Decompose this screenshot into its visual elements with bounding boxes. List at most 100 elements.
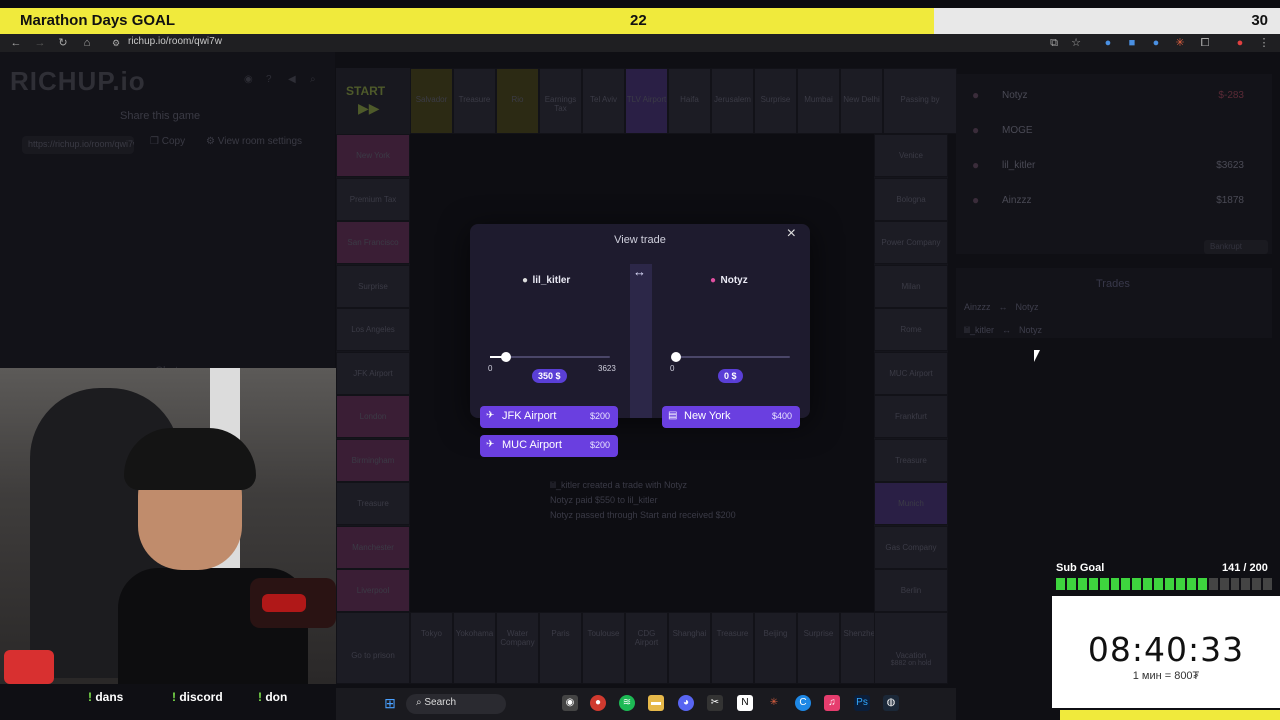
left-money-slider[interactable] [490, 352, 610, 362]
board-tile[interactable]: Birmingham [336, 438, 410, 482]
help-icon[interactable]: ? [266, 74, 272, 85]
profile-avatar-icon[interactable]: ● [1232, 35, 1248, 51]
board-tile[interactable]: Passing by [883, 68, 957, 134]
right-slider-knob[interactable] [671, 352, 681, 362]
bookmark-star-icon[interactable]: ☆ [1068, 35, 1084, 51]
board-tile[interactable]: London [336, 395, 410, 438]
share-url-input[interactable]: https://richup.io/room/qwi7w [22, 136, 134, 154]
forward-icon[interactable]: → [32, 35, 48, 51]
view-room-settings-button[interactable]: ⚙ View room settings [206, 136, 302, 147]
trade-row[interactable]: Ainzzz ↔ Notyz [964, 302, 1039, 312]
extension-icon[interactable]: ✳ [1172, 35, 1188, 51]
board-tile[interactable]: Earnings Tax [539, 68, 582, 134]
board-tile[interactable]: Treasure [874, 438, 948, 482]
trade-row[interactable]: lil_kitler ↔ Notyz [964, 325, 1042, 335]
taskbar-search[interactable]: ⌕ Search [406, 694, 506, 714]
board-tile[interactable]: Berlin [874, 569, 948, 612]
board-tile[interactable]: Surprise [336, 264, 410, 308]
board-tile[interactable]: Gas Company [874, 525, 948, 569]
board-tile[interactable]: Rome [874, 308, 948, 351]
board-tile[interactable]: CDG Airport [625, 612, 668, 684]
browser-menu-icon[interactable]: ⋮ [1256, 35, 1272, 51]
board-tile[interactable]: Treasure [711, 612, 754, 684]
board-tile[interactable]: Toulouse [582, 612, 625, 684]
sub-goal-segment [1099, 578, 1109, 590]
board-tile[interactable]: Power Company [874, 221, 948, 264]
board-tile[interactable]: Bologna [874, 177, 948, 221]
board-tile[interactable]: Premium Tax [336, 177, 410, 221]
discord-icon[interactable]: ◉ [244, 74, 253, 85]
board-tile[interactable]: Venice [874, 134, 948, 177]
reload-icon[interactable]: ↻ [55, 35, 71, 51]
board-tile[interactable]: Mumbai [797, 68, 840, 134]
claude-icon[interactable]: ✳ [766, 695, 782, 711]
board-tile[interactable]: Yokohama [453, 612, 496, 684]
board-tile[interactable]: New Delhi [840, 68, 883, 134]
board-tile[interactable]: JFK Airport [336, 351, 410, 395]
discord-icon[interactable]: ◕ [678, 695, 694, 711]
board-tile[interactable]: Treasure [336, 482, 410, 525]
board-tile[interactable]: Frankfurt [874, 395, 948, 438]
extension-icon[interactable]: ● [1148, 35, 1164, 51]
board-tile[interactable]: Surprise [797, 612, 840, 684]
board-tile[interactable]: Vacation $882 on hold [874, 612, 948, 684]
notion-icon[interactable]: N [737, 695, 753, 711]
board-tile[interactable]: Munich [874, 482, 948, 525]
board-tile[interactable]: Tel Aviv [582, 68, 625, 134]
right-money-slider[interactable] [671, 352, 790, 362]
site-info-icon[interactable]: ⚙ [108, 35, 124, 51]
app-icon[interactable]: ◉ [562, 695, 578, 711]
board-tile[interactable]: San Francisco [336, 221, 410, 264]
search-icon[interactable]: ⌕ [310, 74, 316, 85]
board-tile[interactable]: Go to prison [336, 612, 410, 684]
chrome-icon[interactable]: ● [590, 695, 606, 711]
board-tile[interactable]: Haifa [668, 68, 711, 134]
trade-property-card[interactable]: ▤ New York $400 [662, 406, 800, 428]
board-tile[interactable]: Milan [874, 264, 948, 308]
left-slider-knob[interactable] [501, 352, 511, 362]
extension-icon[interactable]: ● [1100, 35, 1116, 51]
board-tile[interactable]: Rio [496, 68, 539, 134]
home-icon[interactable]: ⌂ [79, 35, 95, 51]
board-tile[interactable]: Paris [539, 612, 582, 684]
trade-property-card[interactable]: ✈ JFK Airport $200 [480, 406, 618, 428]
bankrupt-button[interactable]: Bankrupt [1204, 240, 1268, 254]
sound-icon[interactable]: ◀ [288, 74, 296, 85]
photoshop-icon[interactable]: Ps [854, 695, 870, 711]
board-tile[interactable]: Beijing [754, 612, 797, 684]
player-name[interactable]: Notyz [1002, 90, 1028, 101]
board-tile[interactable]: MUC Airport [874, 351, 948, 395]
music-icon[interactable]: ♫ [824, 695, 840, 711]
edge-icon[interactable]: C [795, 695, 811, 711]
board-tile[interactable]: Manchester [336, 525, 410, 569]
board-tile[interactable]: Shanghai [668, 612, 711, 684]
player-name[interactable]: Ainzzz [1002, 195, 1031, 206]
board-tile[interactable]: Salvador [410, 68, 453, 134]
copy-button[interactable]: ❐ Copy [150, 136, 185, 147]
windows-start-icon[interactable]: ⊞ [382, 695, 398, 711]
board-tile[interactable]: Los Angeles [336, 308, 410, 351]
trades-title: Trades [1096, 278, 1130, 290]
address-bar[interactable]: richup.io/room/qwi7w [128, 36, 222, 47]
board-tile[interactable]: Surprise [754, 68, 797, 134]
property-name: JFK Airport [502, 410, 557, 422]
board-tile[interactable]: Water Company [496, 612, 539, 684]
steam-icon[interactable]: ◍ [883, 695, 899, 711]
install-icon[interactable]: ⧉ [1046, 35, 1062, 51]
extensions-puzzle-icon[interactable]: ⧠ [1197, 35, 1213, 51]
close-icon[interactable]: × [787, 225, 796, 243]
player-name[interactable]: lil_kitler [1002, 160, 1035, 171]
board-tile[interactable]: TLV Airport [625, 68, 668, 134]
back-icon[interactable]: ← [8, 35, 24, 51]
board-tile[interactable]: Liverpool [336, 569, 410, 612]
extension-icon[interactable]: ■ [1124, 35, 1140, 51]
folder-icon[interactable]: ▬ [648, 695, 664, 711]
board-tile[interactable]: Tokyo [410, 612, 453, 684]
spotify-icon[interactable]: ≋ [619, 695, 635, 711]
player-name[interactable]: MOGE [1002, 125, 1033, 136]
board-tile[interactable]: New York [336, 134, 410, 177]
board-tile[interactable]: Jerusalem [711, 68, 754, 134]
board-tile[interactable]: Treasure [453, 68, 496, 134]
capcut-icon[interactable]: ✂ [707, 695, 723, 711]
trade-property-card[interactable]: ✈ MUC Airport $200 [480, 435, 618, 457]
